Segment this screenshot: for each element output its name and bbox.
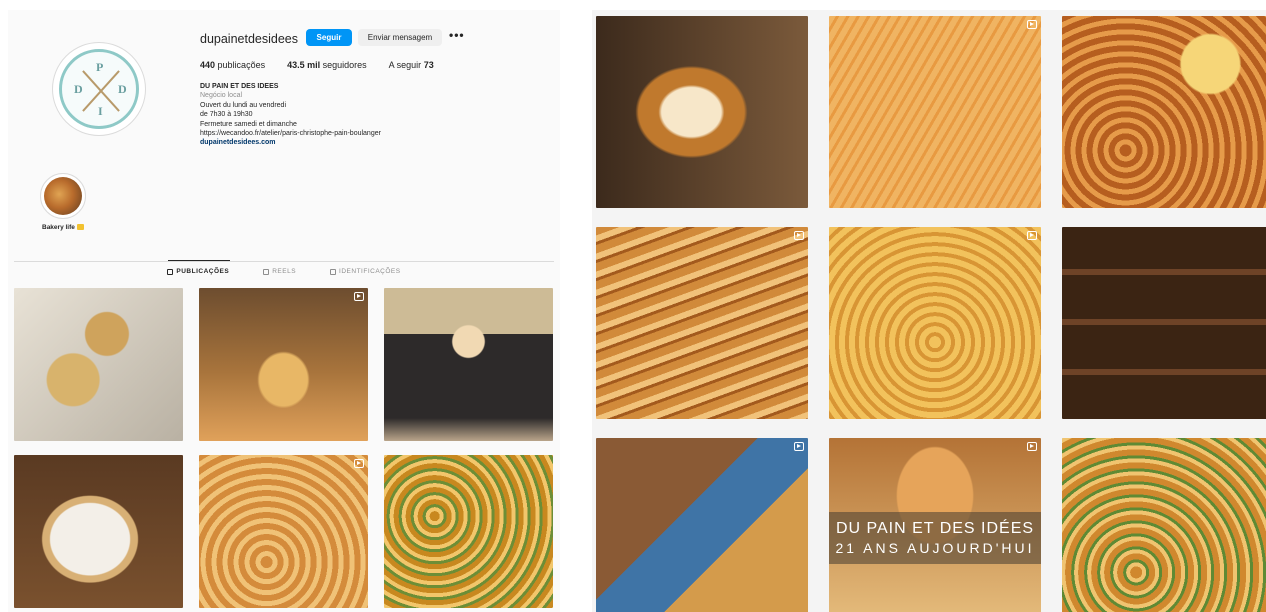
reel-icon — [794, 442, 804, 451]
followers-label: seguidores — [322, 60, 367, 70]
logo-letter: D — [74, 82, 83, 96]
posts-value: 440 — [200, 60, 216, 70]
tab-publicacoes[interactable]: PUBLICAÇÕES — [167, 268, 229, 275]
profile-username: dupainetdesidees — [200, 32, 298, 46]
tab-label: PUBLICAÇÕES — [176, 268, 230, 275]
reel-icon — [1027, 231, 1037, 240]
avatar-logo-ring: P D D I — [59, 49, 139, 129]
post-thumbnail[interactable] — [384, 288, 553, 441]
story-highlight[interactable] — [40, 173, 86, 219]
bio-line: https://wecandoo.fr/atelier/paris-christ… — [200, 130, 381, 138]
post-thumbnail[interactable] — [14, 288, 183, 441]
profile-bio: DU PAIN ET DES IDEES Negócio local Ouver… — [200, 82, 500, 148]
tab-label: IDENTIFICAÇÕES — [339, 268, 401, 275]
reel-icon — [1027, 442, 1037, 451]
logo-letter: D — [118, 82, 127, 96]
overlay-subtitle: 21 ANS AUJOURD'HUI — [835, 540, 1035, 556]
anniversary-overlay: DU PAIN ET DES IDÉES 21 ANS AUJOURD'HUI — [829, 512, 1041, 564]
following-label: A seguir — [388, 60, 422, 70]
highlight-label-text: Bakery life — [42, 224, 75, 231]
large-post-grid: DU PAIN ET DES IDÉES 21 ANS AUJOURD'HUI — [596, 16, 1266, 612]
highlight-cover — [44, 177, 82, 215]
profile-panel: P D D I dupainetdesidees Seguir Enviar m… — [8, 10, 560, 612]
profile-avatar[interactable]: P D D I — [52, 42, 146, 136]
bio-category: Negócio local — [200, 92, 243, 100]
bread-emoji-icon — [76, 224, 84, 231]
overlay-title: DU PAIN ET DES IDÉES — [835, 520, 1035, 537]
reels-icon — [263, 268, 270, 275]
tab-reels[interactable]: REELS — [263, 268, 296, 275]
bio-line: Ouvert du lundi au vendredi — [200, 101, 286, 109]
logo-letter: I — [98, 104, 103, 118]
logo-letter: P — [96, 60, 104, 74]
post-thumbnail[interactable] — [829, 16, 1041, 208]
reel-icon — [1027, 20, 1037, 29]
posts-count: 440 publicações — [200, 60, 265, 70]
feed-grid-panel: DU PAIN ET DES IDÉES 21 ANS AUJOURD'HUI — [592, 10, 1266, 612]
post-thumbnail[interactable] — [829, 227, 1041, 419]
tabs-divider — [14, 261, 554, 262]
post-thumbnail[interactable] — [14, 455, 183, 608]
post-thumbnail[interactable] — [596, 438, 808, 612]
website-link[interactable]: dupainetdesidees.com — [200, 138, 500, 147]
grid-icon — [167, 268, 174, 275]
followers-count[interactable]: 43.5 mil seguidores — [287, 60, 367, 70]
follow-button[interactable]: Seguir — [306, 29, 352, 46]
bio-line: de 7h30 à 19h30 — [200, 111, 253, 119]
active-tab-indicator — [168, 260, 230, 261]
post-thumbnail[interactable] — [596, 16, 808, 208]
post-thumbnail[interactable] — [1062, 227, 1266, 419]
following-value: 73 — [423, 60, 434, 70]
profile-stats: 440 publicações 43.5 mil seguidores A se… — [200, 60, 434, 70]
post-thumbnail[interactable] — [596, 227, 808, 419]
bio-line: Fermeture samedi et dimanche — [200, 120, 297, 128]
following-count[interactable]: A seguir 73 — [389, 60, 434, 70]
posts-label: publicações — [217, 60, 266, 70]
reel-icon — [354, 459, 364, 468]
tab-identificacoes[interactable]: IDENTIFICAÇÕES — [330, 268, 401, 275]
post-thumbnail[interactable] — [384, 455, 553, 608]
screenshot-root: P D D I dupainetdesidees Seguir Enviar m… — [0, 0, 1266, 612]
post-thumbnail[interactable]: DU PAIN ET DES IDÉES 21 ANS AUJOURD'HUI — [829, 438, 1041, 612]
post-thumbnail[interactable] — [199, 288, 368, 441]
post-thumbnail[interactable] — [1062, 16, 1266, 208]
followers-value: 43.5 mil — [287, 60, 321, 70]
send-message-button[interactable]: Enviar mensagem — [358, 29, 442, 46]
reel-icon — [794, 231, 804, 240]
highlight-label: Bakery life — [42, 224, 84, 231]
post-thumbnail[interactable] — [199, 455, 368, 608]
bio-name: DU PAIN ET DES IDEES — [200, 83, 279, 90]
tagged-icon — [330, 268, 337, 275]
reel-icon — [354, 292, 364, 301]
profile-tabs: PUBLICAÇÕES REELS IDENTIFICAÇÕES — [14, 268, 554, 275]
post-thumbnail[interactable] — [1062, 438, 1266, 612]
post-grid — [14, 288, 554, 608]
tab-label: REELS — [272, 268, 297, 275]
more-options-icon[interactable]: ••• — [449, 28, 465, 42]
